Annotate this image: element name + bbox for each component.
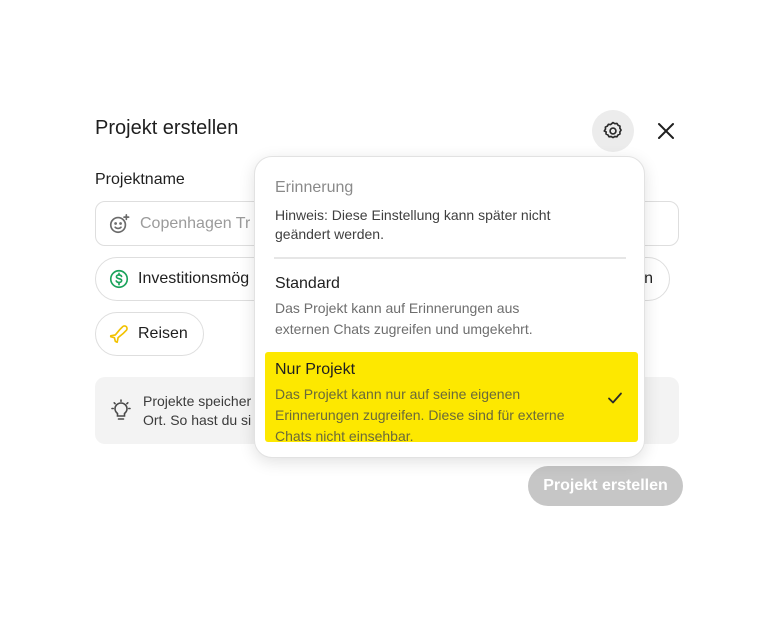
option-project-only-title: Nur Projekt bbox=[275, 361, 356, 378]
gear-icon bbox=[603, 121, 622, 139]
popover-heading: Erinnerung bbox=[275, 179, 354, 196]
chip-travel-label: Reisen bbox=[138, 325, 188, 342]
project-name-placeholder: Copenhagen Tr bbox=[140, 214, 251, 232]
create-project-button[interactable]: Projekt erstellen bbox=[528, 466, 683, 506]
option-standard-title: Standard bbox=[275, 275, 340, 292]
memory-settings-popover: Erinnerung Hinweis: Diese Einstellung ka… bbox=[254, 156, 645, 458]
option-standard[interactable]: Standard Das Projekt kann auf Erinnerung… bbox=[265, 275, 637, 340]
chip-investment-label: Investitionsmög bbox=[138, 270, 250, 287]
lightbulb-icon bbox=[111, 398, 131, 420]
emoji-picker-icon[interactable] bbox=[108, 213, 130, 235]
dialog-title: Projekt erstellen bbox=[95, 117, 239, 139]
checkmark-icon bbox=[608, 392, 622, 404]
chip-investment[interactable]: Investitionsmög bbox=[95, 257, 275, 301]
chip-travel[interactable]: Reisen bbox=[95, 312, 204, 356]
settings-button[interactable] bbox=[592, 110, 634, 152]
info-text-line-2: Ort. So hast du si bbox=[143, 411, 252, 428]
option-project-only-description: Das Projekt kann nur auf seine eigenen E… bbox=[275, 386, 565, 444]
close-button[interactable] bbox=[652, 117, 680, 145]
project-name-label: Projektname bbox=[95, 171, 185, 188]
close-icon bbox=[658, 123, 674, 139]
chip-partial-label: n bbox=[644, 270, 653, 287]
option-standard-description: Das Projekt kann auf Erinnerungen aus ex… bbox=[275, 300, 533, 337]
popover-hint: Hinweis: Diese Einstellung kann später n… bbox=[275, 207, 551, 242]
create-project-dialog: Projekt erstellen Projektname Copenhagen… bbox=[0, 0, 768, 624]
divider bbox=[274, 257, 626, 259]
info-text-line-1: Projekte speicher bbox=[143, 392, 252, 409]
dollar-circle-icon bbox=[109, 269, 129, 289]
airplane-icon bbox=[109, 325, 128, 344]
option-project-only[interactable]: Nur Projekt Das Projekt kann nur auf sei… bbox=[265, 352, 638, 444]
